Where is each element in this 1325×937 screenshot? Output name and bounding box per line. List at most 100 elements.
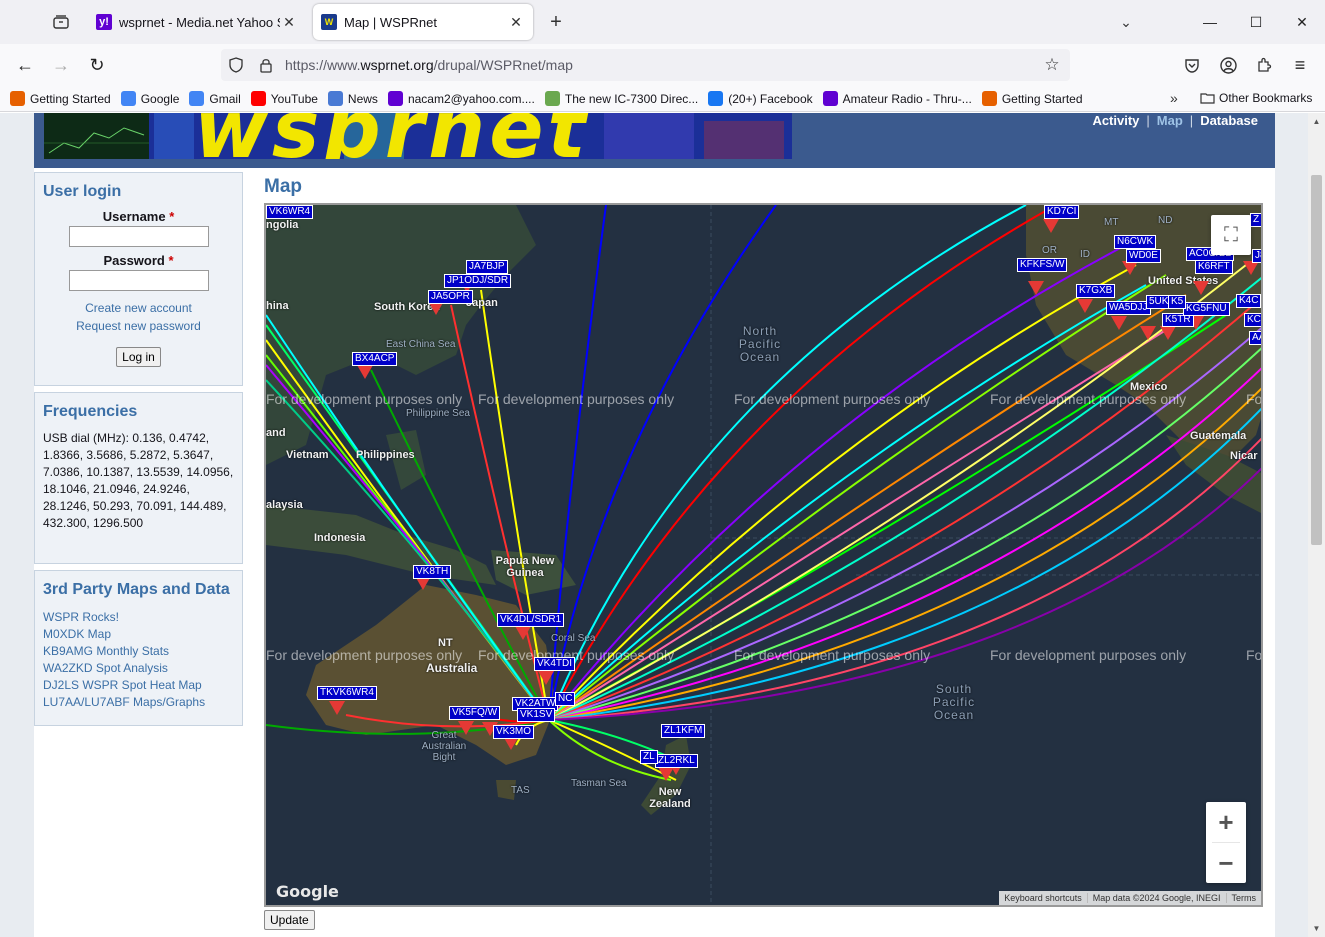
tab-list-icon[interactable]	[46, 8, 76, 36]
close-icon[interactable]: ✕	[280, 13, 298, 31]
link-wa2zkd-analysis[interactable]: WA2ZKD Spot Analysis	[43, 660, 242, 677]
account-icon[interactable]	[1213, 50, 1243, 80]
login-button[interactable]: Log in	[116, 347, 161, 367]
bookmark-item[interactable]: Getting Started	[10, 91, 111, 106]
station-marker-icon[interactable]	[1077, 299, 1093, 313]
station-marker-icon[interactable]	[1043, 219, 1059, 233]
station-marker-icon[interactable]	[538, 671, 554, 685]
chevron-down-icon[interactable]: ⌄	[1112, 8, 1140, 36]
maximize-icon[interactable]: ☐	[1233, 0, 1279, 44]
link-m0xdk-map[interactable]: M0XDK Map	[43, 626, 242, 643]
callsign-label[interactable]: JP1ODJ/SDR	[444, 274, 512, 288]
url-bar[interactable]: https://www.wsprnet.org/drupal/WSPRnet/m…	[221, 49, 1070, 81]
callsign-label[interactable]: K6RFT	[1195, 260, 1233, 274]
callsign-label[interactable]: WD0E	[1126, 249, 1161, 263]
bookmark-item[interactable]: (20+) Facebook	[708, 91, 813, 106]
station-marker-icon[interactable]	[357, 365, 373, 379]
callsign-label[interactable]: NC	[555, 692, 576, 706]
scrollbar-thumb[interactable]	[1311, 175, 1322, 545]
tab-wsprnet-map[interactable]: W Map | WSPRnet ✕	[313, 4, 533, 40]
station-marker-icon[interactable]	[1193, 281, 1209, 295]
zoom-in-button[interactable]: +	[1206, 802, 1246, 842]
nav-database[interactable]: Database	[1200, 113, 1258, 128]
station-marker-icon[interactable]	[1028, 281, 1044, 295]
bookmark-item[interactable]: Getting Started	[981, 91, 1083, 106]
station-marker-icon[interactable]	[329, 701, 345, 715]
update-button[interactable]: Update	[264, 910, 315, 930]
nav-map[interactable]: Map	[1157, 113, 1183, 128]
username-field[interactable]	[68, 226, 209, 247]
station-marker-icon[interactable]	[1160, 326, 1176, 340]
reload-icon[interactable]: ↻	[82, 50, 112, 80]
callsign-label[interactable]: VK8TH	[413, 565, 452, 579]
callsign-label[interactable]: VK4DL/SDR1	[497, 613, 565, 627]
keyboard-shortcuts-link[interactable]: Keyboard shortcuts	[999, 893, 1087, 903]
link-wspr-rocks[interactable]: WSPR Rocks!	[43, 609, 242, 626]
lock-icon[interactable]	[251, 58, 281, 73]
minimize-icon[interactable]: —	[1187, 0, 1233, 44]
scroll-up-icon[interactable]: ▲	[1308, 113, 1325, 130]
callsign-label[interactable]: KFKFS/W	[1017, 258, 1068, 272]
callsign-label[interactable]: K4C	[1236, 294, 1261, 308]
bookmark-item[interactable]: Google	[120, 91, 179, 106]
callsign-label[interactable]: ZL	[640, 750, 658, 764]
callsign-label[interactable]: Z	[1250, 213, 1261, 227]
password-field[interactable]	[68, 270, 209, 291]
wsprnet-banner-logo[interactable]: wsprnet	[44, 113, 792, 159]
callsign-label[interactable]: WA5DJJ	[1106, 301, 1151, 315]
callsign-label[interactable]: AA	[1249, 331, 1261, 345]
station-marker-icon[interactable]	[1111, 316, 1127, 330]
callsign-label[interactable]: VK6WR4	[266, 205, 314, 219]
forward-arrow-icon[interactable]: →	[46, 50, 76, 80]
request-password-link[interactable]: Request new password	[35, 319, 242, 333]
callsign-label[interactable]: VK3MO	[493, 725, 535, 739]
callsign-label[interactable]: K5	[1168, 295, 1187, 309]
station-marker-icon[interactable]	[458, 721, 474, 735]
new-tab-icon[interactable]: +	[542, 8, 570, 36]
callsign-label[interactable]: ZL2RKL	[655, 754, 698, 768]
tab-yahoo-search[interactable]: y! wsprnet - Media.net Yahoo Sear ✕	[88, 4, 306, 40]
callsign-label[interactable]: TKVK6WR4	[317, 686, 377, 700]
link-lu7aa-maps[interactable]: LU7AA/LU7ABF Maps/Graphs	[43, 694, 242, 711]
back-arrow-icon[interactable]: ←	[10, 50, 40, 80]
bookmark-item[interactable]: YouTube	[250, 91, 318, 106]
callsign-label[interactable]: KC	[1244, 313, 1261, 327]
bookmark-item[interactable]: News	[327, 91, 378, 106]
shield-icon[interactable]	[221, 57, 251, 73]
callsign-label[interactable]: N6CWK	[1114, 235, 1157, 249]
more-bookmarks-icon[interactable]: »	[1170, 90, 1178, 106]
create-account-link[interactable]: Create new account	[35, 301, 242, 315]
callsign-label[interactable]: JA5OPR	[428, 290, 473, 304]
station-marker-icon[interactable]	[515, 626, 531, 640]
fullscreen-icon[interactable]: ⛶	[1211, 215, 1251, 255]
close-icon[interactable]: ✕	[507, 13, 525, 31]
station-marker-icon[interactable]	[1140, 326, 1156, 340]
nav-activity[interactable]: Activity	[1092, 113, 1139, 128]
link-dj2ls-heat-map[interactable]: DJ2LS WSPR Spot Heat Map	[43, 677, 242, 694]
callsign-label[interactable]: VK5FQ/W	[449, 706, 501, 720]
callsign-label[interactable]: KD7CI	[1044, 205, 1080, 219]
extensions-icon[interactable]	[1249, 50, 1279, 80]
bookmark-item[interactable]: The new IC-7300 Direc...	[544, 91, 698, 106]
window-close-icon[interactable]: ✕	[1279, 0, 1325, 44]
menu-icon[interactable]: ≡	[1285, 50, 1315, 80]
callsign-label[interactable]: BX4ACP	[352, 352, 398, 366]
spot-map[interactable]: ngolia hina South Korea Japan East China…	[264, 203, 1263, 907]
callsign-label[interactable]: ZL1KFM	[661, 724, 706, 738]
callsign-label[interactable]: KG5FNU	[1183, 302, 1230, 316]
bookmark-star-icon[interactable]: ☆	[1040, 53, 1064, 77]
callsign-label[interactable]: VK1SV	[517, 708, 556, 722]
other-bookmarks[interactable]: Other Bookmarks	[1200, 91, 1312, 105]
page-scrollbar[interactable]: ▲ ▼	[1308, 113, 1325, 937]
callsign-label[interactable]: JA7BJP	[466, 260, 508, 274]
callsign-label[interactable]: VK4TDI	[534, 657, 576, 671]
callsign-label[interactable]: K7GXB	[1076, 284, 1116, 298]
bookmark-item[interactable]: Amateur Radio - Thru-...	[822, 91, 972, 106]
bookmark-item[interactable]: nacam2@yahoo.com....	[387, 91, 535, 106]
scroll-down-icon[interactable]: ▼	[1308, 920, 1325, 937]
pocket-icon[interactable]	[1177, 50, 1207, 80]
station-marker-icon[interactable]	[1122, 261, 1138, 275]
station-marker-icon[interactable]	[1243, 261, 1259, 275]
bookmark-item[interactable]: Gmail	[189, 91, 241, 106]
zoom-out-button[interactable]: −	[1206, 843, 1246, 883]
